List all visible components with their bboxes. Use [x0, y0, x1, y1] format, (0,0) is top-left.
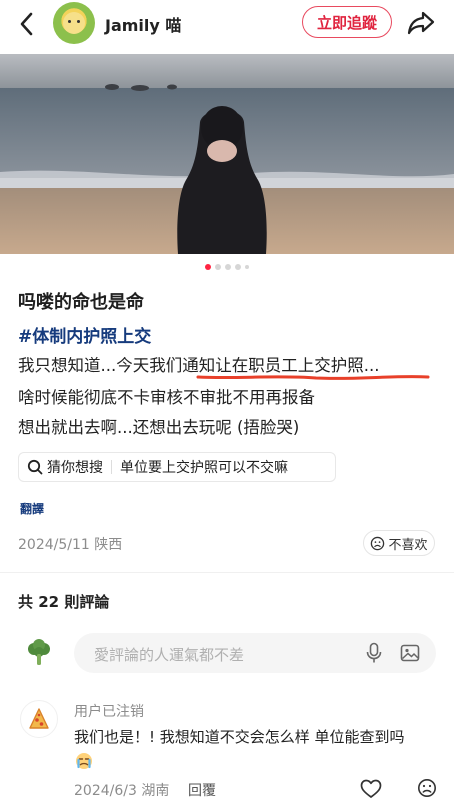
comment-input-placeholder: 愛評論的人運氣都不差 — [94, 646, 245, 664]
comment-text: 我们也是！! 我想知道不交会怎么样 单位能查到吗 — [74, 728, 405, 746]
back-icon[interactable] — [14, 10, 38, 38]
search-icon — [27, 459, 43, 475]
follow-button[interactable]: 立即追蹤 — [302, 6, 392, 38]
post-body-line: 想出就出去啊...还想出去玩呢 (捂脸哭) — [18, 418, 300, 437]
crying-emoji-icon — [76, 753, 92, 769]
post-photo[interactable] — [0, 54, 454, 254]
image-icon[interactable] — [400, 643, 420, 663]
comment-meta: 2024/6/3 湖南 — [74, 783, 170, 799]
broccoli-avatar-icon — [28, 639, 50, 665]
dislike-button[interactable]: 不喜欢 — [363, 530, 435, 556]
carousel-indicator — [0, 262, 454, 272]
hand-drawn-underline — [196, 375, 430, 380]
pizza-icon — [29, 708, 49, 729]
comments-count: 共 22 則評論 — [18, 593, 110, 611]
author-name[interactable]: Jamily 喵 — [105, 12, 181, 36]
carousel-dot — [225, 264, 231, 270]
carousel-dot — [235, 264, 241, 270]
post-meta: 2024/5/11 陕西 — [18, 537, 123, 553]
search-suggestion[interactable]: 猜你想搜 单位要上交护照可以不交嘛 — [18, 452, 336, 482]
top-bar: Jamily 喵 立即追蹤 — [0, 0, 454, 50]
comment-input[interactable]: 愛評論的人運氣都不差 — [74, 633, 436, 673]
heart-icon[interactable] — [360, 779, 382, 799]
commenter-name[interactable]: 用户已注销 — [74, 701, 144, 721]
section-divider — [0, 572, 454, 573]
search-suggestion-label: 猜你想搜 — [47, 460, 103, 476]
share-icon[interactable] — [406, 10, 436, 36]
search-suggestion-query[interactable]: 单位要上交护照可以不交嘛 — [120, 457, 288, 477]
divider — [111, 460, 112, 474]
post-title: 吗喽的命也是命 — [18, 292, 144, 313]
author-avatar[interactable] — [53, 2, 95, 44]
microphone-icon[interactable] — [364, 642, 384, 664]
commenter-avatar[interactable] — [20, 700, 58, 738]
carousel-dot — [245, 265, 249, 269]
hashtag-link[interactable]: #体制内护照上交 — [18, 322, 151, 347]
reply-button[interactable]: 回覆 — [188, 780, 216, 800]
post-body-line: 啥时候能彻底不卡审核不审批不用再报备 — [18, 388, 315, 407]
translate-link[interactable]: 翻譯 — [20, 500, 44, 517]
frown-icon[interactable] — [417, 778, 437, 798]
dislike-label: 不喜欢 — [388, 537, 428, 553]
carousel-dot — [215, 264, 221, 270]
frown-icon — [371, 536, 385, 550]
carousel-dot — [205, 264, 211, 270]
